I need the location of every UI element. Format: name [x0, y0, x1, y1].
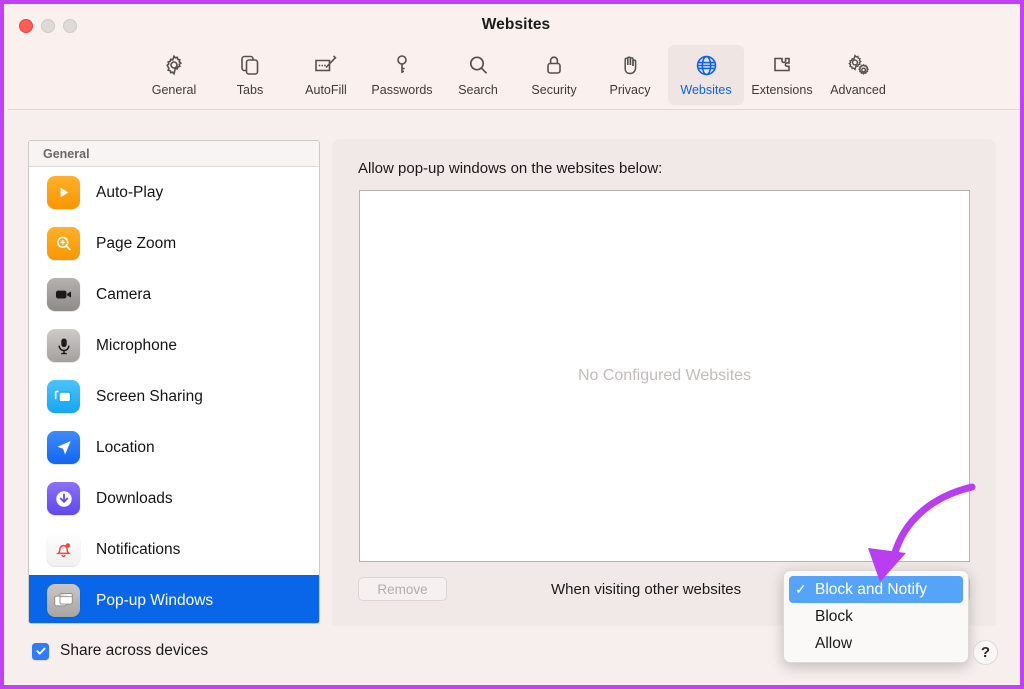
hand-icon: [618, 50, 642, 80]
share-across-devices-label: Share across devices: [60, 642, 209, 659]
menu-item-allow[interactable]: Allow: [789, 630, 963, 657]
sidebar-item-label: Screen Sharing: [96, 387, 203, 405]
sidebar-item-notifications[interactable]: Notifications: [29, 524, 319, 575]
preferences-toolbar: General Tabs AutoFill Passwords Search S…: [8, 42, 1020, 110]
autofill-icon: [313, 50, 339, 80]
gears-icon: [845, 50, 871, 80]
sidebar-item-label: Auto-Play: [96, 183, 164, 201]
toolbar-label: Extensions: [751, 83, 813, 97]
toolbar-item-tabs[interactable]: Tabs: [212, 45, 288, 105]
toolbar-label: Websites: [680, 83, 732, 97]
toolbar-label: Passwords: [371, 83, 433, 97]
settings-sidebar: General Auto-Play Page Zoom Camera Micro…: [28, 140, 320, 624]
sidebar-item-camera[interactable]: Camera: [29, 269, 319, 320]
download-icon: [47, 482, 80, 515]
sidebar-item-location[interactable]: Location: [29, 422, 319, 473]
toolbar-item-passwords[interactable]: Passwords: [364, 45, 440, 105]
search-icon: [466, 50, 490, 80]
camera-icon: [47, 278, 80, 311]
globe-icon: [694, 50, 719, 80]
share-across-devices-checkbox[interactable]: [32, 642, 49, 660]
share-across-devices-row[interactable]: Share across devices: [32, 642, 208, 660]
bell-icon: [47, 533, 80, 566]
key-icon: [390, 50, 414, 80]
toolbar-item-security[interactable]: Security: [516, 45, 592, 105]
sidebar-item-pop-up-windows[interactable]: Pop-up Windows: [29, 575, 319, 623]
toolbar-label: Privacy: [609, 83, 651, 97]
toolbar-label: General: [151, 83, 197, 97]
location-arrow-icon: [47, 431, 80, 464]
content-panel: Allow pop-up windows on the websites bel…: [332, 139, 996, 626]
toolbar-item-search[interactable]: Search: [440, 45, 516, 105]
sidebar-item-downloads[interactable]: Downloads: [29, 473, 319, 524]
puzzle-icon: [770, 50, 794, 80]
when-visiting-label: When visiting other websites: [551, 581, 742, 598]
sidebar-item-microphone[interactable]: Microphone: [29, 320, 319, 371]
toolbar-label: Tabs: [236, 83, 264, 97]
magnifier-plus-icon: [47, 227, 80, 260]
remove-button[interactable]: Remove: [358, 577, 447, 601]
sidebar-item-label: Downloads: [96, 489, 173, 507]
content-title: Allow pop-up windows on the websites bel…: [358, 160, 663, 177]
tabs-icon: [238, 50, 262, 80]
sidebar-item-label: Location: [96, 438, 155, 456]
toolbar-item-extensions[interactable]: Extensions: [744, 45, 820, 105]
sidebar-item-label: Microphone: [96, 336, 177, 354]
sidebar-item-label: Camera: [96, 285, 152, 303]
toolbar-label: Advanced: [830, 83, 886, 97]
checkmark-icon: ✓: [795, 581, 807, 597]
preferences-window: Websites General Tabs AutoFill Passwords…: [0, 0, 1024, 689]
screen-share-icon: [47, 380, 80, 413]
empty-state-text: No Configured Websites: [577, 367, 752, 384]
microphone-icon: [47, 329, 80, 362]
play-icon: [47, 176, 80, 209]
menu-item-block[interactable]: Block: [789, 603, 963, 630]
sidebar-item-label: Page Zoom: [96, 234, 177, 252]
toolbar-item-general[interactable]: General: [136, 45, 212, 105]
gear-icon: [162, 50, 186, 80]
menu-item-block-and-notify[interactable]: ✓ Block and Notify: [789, 576, 963, 603]
windows-icon: [47, 584, 80, 617]
sidebar-list: Auto-Play Page Zoom Camera Microphone Sc…: [29, 167, 319, 623]
toolbar-label: Search: [458, 83, 498, 97]
sidebar-item-screen-sharing[interactable]: Screen Sharing: [29, 371, 319, 422]
window-title: Websites: [481, 16, 551, 33]
configured-websites-list[interactable]: No Configured Websites: [359, 190, 970, 562]
toolbar-label: AutoFill: [305, 83, 347, 97]
menu-item-label: Block and Notify: [815, 580, 927, 598]
toolbar-item-privacy[interactable]: Privacy: [592, 45, 668, 105]
sidebar-item-label: Notifications: [96, 540, 181, 558]
toolbar-item-advanced[interactable]: Advanced: [820, 45, 896, 105]
sidebar-section-header: General: [29, 141, 319, 167]
menu-item-label: Allow: [815, 634, 853, 652]
sidebar-item-page-zoom[interactable]: Page Zoom: [29, 218, 319, 269]
sidebar-item-auto-play[interactable]: Auto-Play: [29, 167, 319, 218]
toolbar-item-websites[interactable]: Websites: [668, 45, 744, 105]
window-titlebar: Websites: [8, 8, 1020, 42]
when-visiting-dropdown-menu: ✓ Block and Notify Block Allow: [783, 570, 969, 663]
toolbar-label: Security: [531, 83, 577, 97]
help-button[interactable]: ?: [973, 640, 998, 665]
lock-icon: [542, 50, 566, 80]
sidebar-item-label: Pop-up Windows: [96, 591, 214, 609]
toolbar-item-autofill[interactable]: AutoFill: [288, 45, 364, 105]
menu-item-label: Block: [815, 607, 853, 625]
